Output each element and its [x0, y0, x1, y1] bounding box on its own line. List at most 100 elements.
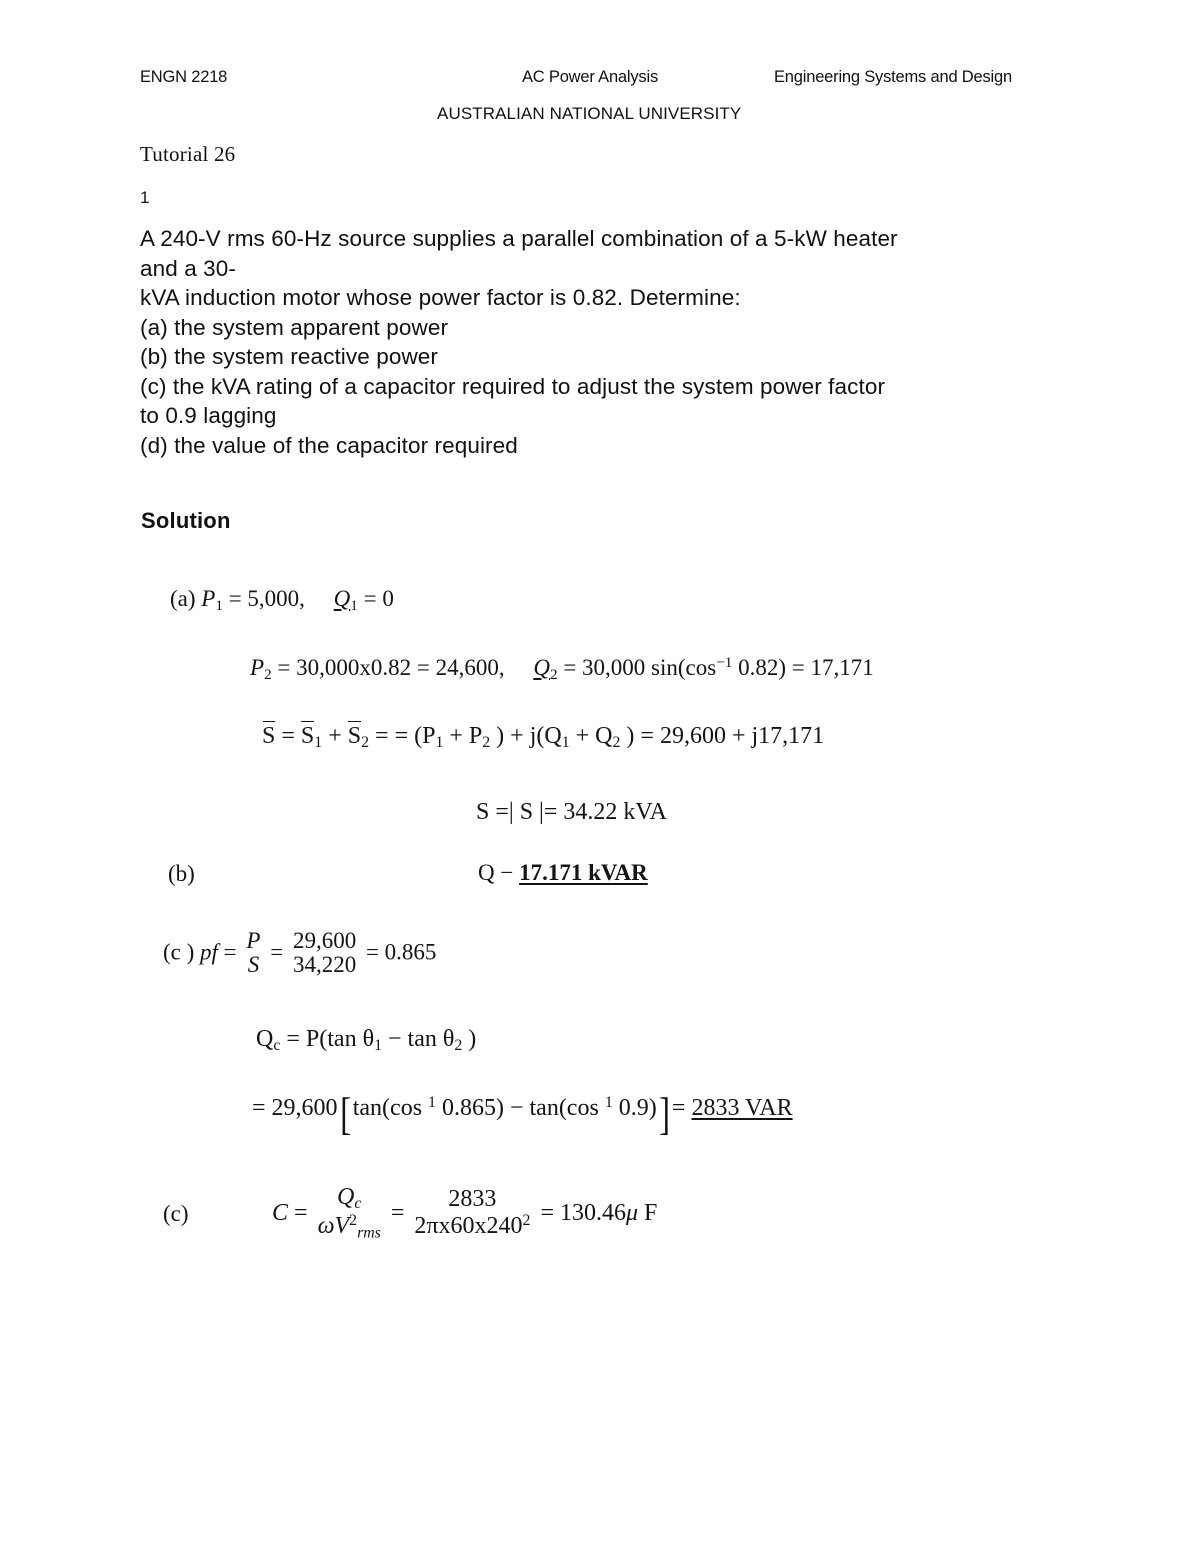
problem-statement: A 240-V rms 60-Hz source supplies a para…: [140, 224, 1050, 460]
theta2-subscript: 2: [454, 1037, 463, 1055]
page-title: Tutorial 26: [140, 142, 236, 166]
c-denominator-subscript: rms: [357, 1224, 381, 1242]
s-symbol-2: S: [347, 721, 362, 749]
q2-expression-a: = 30,000 sin(cos: [563, 654, 717, 680]
qc-exponent-1: 1: [428, 1094, 436, 1111]
header-course-code: ENGN 2218: [140, 68, 228, 86]
s1-subscript: 1: [314, 734, 323, 752]
c-equals-2: =: [390, 1200, 405, 1227]
q2-symbol: Q: [533, 654, 550, 680]
equation-apparent-power-magnitude: S =| S |= 34.22 kVA: [476, 799, 667, 825]
p1-value: = 5,000,: [228, 586, 305, 611]
c-numerator-q: Q: [337, 1184, 355, 1210]
problem-line-6: (c) the kVA rating of a capacitor requir…: [140, 373, 886, 399]
qc-line2-a: = 29,600: [252, 1095, 338, 1122]
qc-line1-a: = P(tan θ: [286, 1026, 375, 1052]
p1-subscript: 1: [215, 596, 223, 614]
s-p1-subscript: 1: [435, 734, 444, 752]
equation-part-a-p2q2: P2 = 30,000x0.82 = 24,600, Q2 = 30,000 s…: [250, 654, 874, 684]
equation-part-b-result: Q − 17.171 kVAR: [478, 860, 648, 886]
qc-line2-b: tan(cos: [352, 1095, 423, 1122]
s-symbol-total: S: [262, 721, 276, 749]
s-eq-close: ) + j(Q: [496, 723, 562, 749]
header-department: Engineering Systems and Design: [774, 68, 1012, 86]
q1-symbol: Q: [333, 586, 351, 611]
pf-fraction-symbols: P S: [242, 928, 264, 978]
s-q2-subscript: 2: [612, 734, 621, 752]
s-eq-open: = (P: [394, 723, 436, 749]
solution-heading: Solution: [141, 508, 231, 533]
s-eq-result: ) = 29,600 + j17,171: [626, 723, 825, 749]
c-numerator-subscript: c: [354, 1195, 362, 1213]
micro-symbol: μ: [625, 1200, 639, 1227]
c-symbol: C: [272, 1200, 289, 1227]
s2-subscript: 2: [361, 734, 370, 752]
c-denominator-omega-v: ωV: [317, 1213, 350, 1240]
bracket-close-icon: ]: [658, 1087, 670, 1139]
s-eq-plus2: + Q: [575, 723, 613, 749]
bracket-open-icon: [: [339, 1087, 351, 1139]
problem-line-8: (d) the value of the capacitor required: [140, 432, 518, 458]
q2-expression-b: 0.82) = 17,171: [738, 654, 874, 680]
qc-line2-d: 0.9): [618, 1095, 657, 1122]
problem-line-7: to 0.9 lagging: [140, 403, 277, 428]
header-topic: AC Power Analysis: [522, 68, 658, 86]
pf-symbol: pf: [200, 939, 218, 965]
problem-line-1: A 240-V rms 60-Hz source supplies a para…: [140, 226, 898, 251]
part-a-label: (a): [170, 586, 196, 611]
equation-qc-evaluation: = 29,600[tan(cos 1 0.865) − tan(cos 1 0.…: [252, 1087, 793, 1139]
part-d-label: (c): [163, 1201, 189, 1226]
capacitance-fraction-symbols: Qc ωV2rms: [314, 1184, 385, 1242]
c-equals-1: =: [294, 1200, 308, 1227]
problem-line-4: (a) the system apparent power: [140, 314, 449, 340]
equation-complex-power-sum: S = S1 + S2 = = (P1 + P2 ) + j(Q1 + Q2 )…: [262, 721, 825, 752]
qc-line2-c: 0.865) − tan(cos: [441, 1095, 599, 1122]
pf-numerator-value: 29,600: [292, 928, 357, 953]
qc-result: 2833 VAR: [691, 1095, 793, 1122]
p1-symbol: P: [201, 586, 216, 611]
page-header: ENGN 2218 AC Power Analysis Engineering …: [140, 68, 1070, 128]
problem-line-3: kVA induction motor whose power factor i…: [140, 285, 741, 310]
part-b-prefix: Q −: [478, 860, 514, 885]
part-b-label: (b): [168, 861, 195, 886]
equation-qc-definition: Qc = P(tan θ1 − tan θ2 ): [256, 1026, 476, 1055]
qc-exponent-2: 1: [604, 1094, 613, 1111]
pf-numerator-p: P: [246, 928, 261, 953]
pf-equals-2: =: [270, 939, 284, 965]
q1-subscript: 1: [350, 596, 358, 614]
equation-part-a-p1q1: (a) P1 = 5,000, Q1 = 0: [170, 586, 394, 615]
document-page: ENGN 2218 AC Power Analysis Engineering …: [0, 0, 1200, 1553]
qc-line1-close: ): [468, 1026, 477, 1052]
q1-value: = 0: [363, 586, 394, 611]
s-p2-subscript: 2: [482, 734, 491, 752]
capacitance-fraction-values: 2833 2πx60x2402: [410, 1187, 534, 1239]
pf-denominator-s: S: [247, 952, 260, 978]
c-denominator-value-exponent: 2: [522, 1211, 531, 1229]
part-b-value: 17.171 kVAR: [519, 860, 648, 885]
pf-result: = 0.865: [365, 939, 437, 965]
c-denominator-value: 2πx60x240: [414, 1213, 523, 1240]
theta1-subscript: 1: [374, 1037, 382, 1055]
s-eq-plus: + P: [449, 723, 483, 749]
p2-subscript: 2: [264, 665, 272, 683]
q2-subscript: 2: [549, 665, 558, 683]
farad-unit: F: [644, 1200, 658, 1227]
qc-subscript: c: [273, 1037, 281, 1055]
problem-line-2: and a 30-: [140, 255, 236, 281]
s-symbol-1: S: [300, 721, 315, 749]
part-c-label: (c ): [163, 939, 195, 965]
qc-line1-b: − tan θ: [388, 1026, 455, 1052]
pf-denominator-value: 34,220: [292, 952, 357, 978]
question-number: 1: [140, 188, 150, 207]
c-result: = 130.46: [540, 1200, 626, 1227]
pf-fraction-values: 29,600 34,220: [289, 928, 360, 978]
equation-part-c-powerfactor: (c ) pf = P S = 29,600 34,220 = 0.865: [163, 928, 437, 979]
problem-line-5: (b) the system reactive power: [140, 344, 439, 369]
p2-symbol: P: [250, 654, 265, 680]
q2-exponent: −1: [716, 654, 733, 671]
s-q1-subscript: 1: [561, 734, 570, 752]
pf-equals-1: =: [223, 939, 237, 965]
qc-symbol: Q: [256, 1026, 274, 1052]
c-denominator-exponent: 2: [349, 1211, 358, 1229]
p2-expression: = 30,000x0.82 = 24,600,: [277, 654, 505, 680]
